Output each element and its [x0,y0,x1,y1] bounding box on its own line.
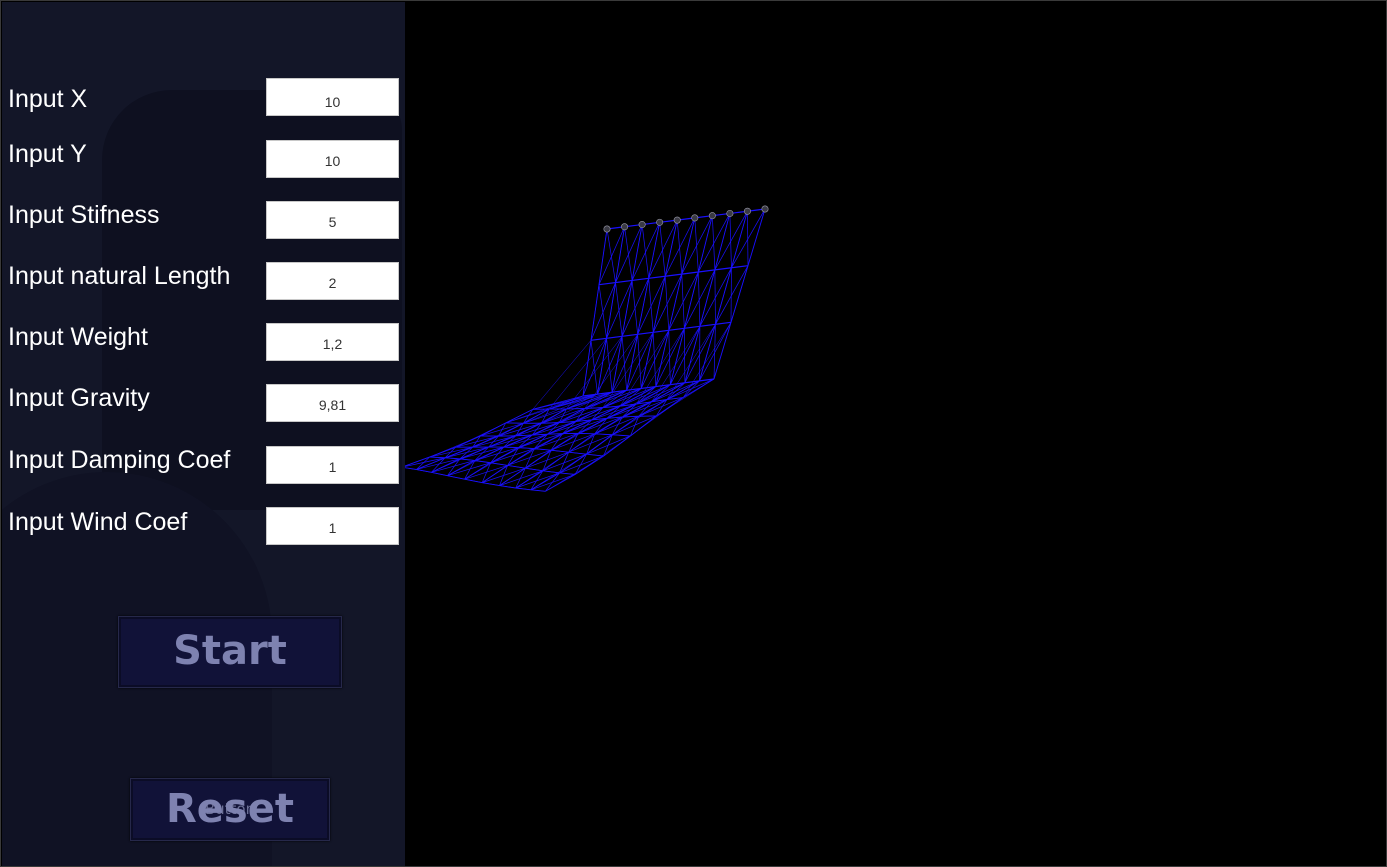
mesh-spring [713,322,732,380]
anchor-particle [761,205,769,213]
anchor-particle [656,218,664,226]
mesh-spring [590,282,616,341]
mesh-spring [612,434,631,437]
input-wind-coef-field[interactable] [266,507,399,545]
cloth-mesh [405,205,769,492]
mesh-spring [715,321,732,325]
mesh-spring [568,434,613,453]
mesh-spring [606,338,613,393]
mesh-spring [611,334,638,393]
mesh-spring [681,215,713,275]
input-x-field[interactable] [266,78,399,116]
mesh-spring [711,215,716,270]
mesh-spring [499,470,544,486]
mesh-spring [590,340,598,395]
mesh-spring [621,336,628,391]
input-weight-field[interactable] [266,323,399,361]
simulation-viewport[interactable] [405,2,1386,866]
mesh-spring [664,217,696,277]
input-gravity-label: Input Gravity [8,384,150,412]
mesh-spring [651,326,701,402]
mesh-spring [631,222,660,281]
anchor-particle [638,221,646,229]
mesh-spring [641,224,650,279]
mesh-spring [648,278,654,333]
mesh-spring [602,332,654,408]
mesh-spring [698,213,731,273]
reset-button[interactable]: Button Reset [130,778,330,841]
input-stiffness-label: Input Stifness [8,201,160,229]
mesh-spring [699,324,716,382]
mesh-spring [637,334,642,389]
anchor-particle [691,214,699,222]
input-natural-length-label: Input natural Length [8,262,231,290]
mesh-spring [666,324,716,400]
mesh-spring [676,220,683,275]
start-button-label: Start [173,628,287,674]
mesh-spring [606,280,633,339]
anchor-particle [621,223,629,231]
mesh-spring [648,219,678,279]
mesh-spring [626,334,639,391]
mesh-spring [621,278,649,337]
mesh-spring [611,336,623,393]
mesh-spring [619,330,669,407]
app-window: Input X Input Y Input Stifness Input nat… [0,0,1387,867]
mesh-spring [597,338,607,395]
anchor-particle [708,212,716,220]
input-x-label: Input X [8,85,88,113]
mesh-spring [559,472,576,475]
anchor-particle [673,216,681,224]
mesh-spring [652,332,657,387]
input-y-field[interactable] [266,140,399,178]
mesh-spring [664,276,670,331]
mesh-spring [507,449,552,466]
mesh-spring [631,280,639,335]
mesh-spring [405,467,417,470]
mesh-spring [615,224,643,283]
mesh-spring [598,284,607,339]
mesh-spring [482,467,526,483]
anchor-particle [743,207,751,215]
mesh-spring [652,273,683,333]
input-wind-coef-label: Input Wind Coef [8,508,188,536]
mesh-spring [586,453,604,457]
input-gravity-field[interactable] [266,384,399,422]
mesh-spring [731,265,749,269]
mesh-spring [626,332,654,391]
start-button[interactable]: Start [118,616,342,688]
mesh-spring [668,271,699,331]
mesh-spring [606,228,616,283]
mesh-spring [624,226,633,281]
input-damping-coef-field[interactable] [266,446,399,484]
anchor-particle [726,209,734,217]
mesh-spring [615,282,623,337]
anchor-particle [603,225,611,233]
mesh-spring [694,217,699,273]
input-damping-coef-label: Input Damping Coef [8,446,231,474]
mesh-spring [582,338,607,397]
input-stiffness-field[interactable] [266,201,399,239]
mesh-spring [637,276,666,335]
input-weight-label: Input Weight [8,323,148,351]
reset-button-label: Reset [166,786,294,832]
input-natural-length-field[interactable] [266,262,399,300]
input-y-label: Input Y [8,140,87,168]
mesh-spring [530,489,546,492]
settings-panel: Input X Input Y Input Stifness Input nat… [2,2,405,866]
mesh-spring [681,274,685,329]
mesh-spring [659,222,666,277]
